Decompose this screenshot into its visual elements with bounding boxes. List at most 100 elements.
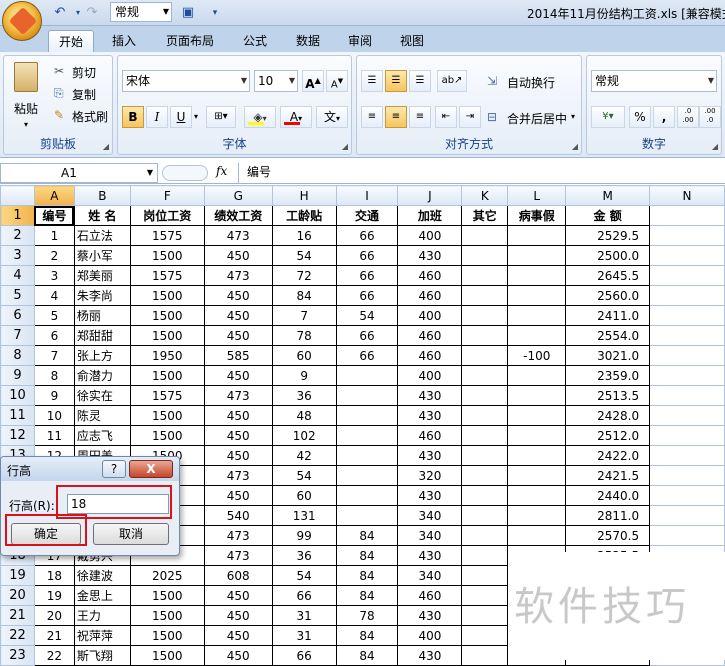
table-cell[interactable]: 66 — [271, 585, 337, 606]
table-cell[interactable]: 54 — [271, 465, 337, 486]
table-cell[interactable]: 66 — [335, 325, 399, 346]
table-cell[interactable]: 54 — [271, 565, 337, 586]
align-bottom-icon[interactable]: ☰ — [409, 70, 431, 92]
tab-insert[interactable]: 插入 — [102, 30, 146, 52]
row-header[interactable]: 12 — [0, 425, 35, 446]
redo-icon[interactable]: ↷ — [82, 4, 102, 22]
table-cell[interactable] — [649, 225, 725, 246]
table-cell[interactable]: 78 — [335, 605, 399, 626]
table-cell[interactable]: 1500 — [129, 645, 205, 666]
table-cell[interactable] — [507, 385, 567, 406]
table-cell[interactable]: 54 — [335, 305, 399, 326]
align-right-icon[interactable]: ≡ — [409, 106, 431, 128]
table-cell[interactable]: 朱李尚 — [73, 285, 131, 306]
header-cell[interactable]: 绩效工资 — [203, 205, 273, 226]
table-cell[interactable]: 祝萍萍 — [73, 625, 131, 646]
tab-review[interactable]: 审阅 — [338, 30, 382, 52]
shrink-font-icon[interactable]: A▼ — [326, 70, 348, 92]
align-center-icon[interactable]: ≡ — [385, 106, 407, 128]
table-cell[interactable] — [461, 405, 509, 426]
row-header[interactable]: 1 — [0, 205, 35, 226]
table-cell[interactable]: 1 — [33, 225, 75, 246]
phonetic-icon[interactable]: 文▾ — [316, 106, 348, 128]
table-cell[interactable]: 340 — [397, 525, 463, 546]
paste-dropdown-icon[interactable]: ▾ — [24, 120, 28, 129]
table-cell[interactable]: 蔡小军 — [73, 245, 131, 266]
table-cell[interactable]: 473 — [203, 545, 273, 566]
table-cell[interactable]: 2811.0 — [565, 505, 651, 526]
table-cell[interactable] — [461, 265, 509, 286]
table-cell[interactable] — [507, 505, 567, 526]
merge-dropdown-icon[interactable]: ▾ — [571, 112, 575, 121]
row-header[interactable]: 9 — [0, 365, 35, 386]
table-cell[interactable]: 473 — [203, 525, 273, 546]
table-cell[interactable] — [507, 365, 567, 386]
row-header[interactable]: 3 — [0, 245, 35, 266]
header-cell[interactable]: 其它 — [461, 205, 509, 226]
row-header[interactable]: 2 — [0, 225, 35, 246]
column-header[interactable]: B — [73, 185, 131, 206]
table-cell[interactable]: 430 — [397, 445, 463, 466]
table-cell[interactable]: 473 — [203, 385, 273, 406]
row-header[interactable]: 11 — [0, 405, 35, 426]
table-cell[interactable] — [507, 325, 567, 346]
header-cell[interactable]: 加班 — [397, 205, 463, 226]
table-cell[interactable]: 60 — [271, 345, 337, 366]
cancel-button[interactable]: 取消 — [93, 523, 169, 545]
header-cell[interactable]: 岗位工资 — [129, 205, 205, 226]
copy-button[interactable]: 复制 — [72, 86, 96, 103]
table-cell[interactable] — [335, 505, 399, 526]
table-cell[interactable]: 450 — [203, 305, 273, 326]
table-cell[interactable]: 16 — [271, 225, 337, 246]
table-cell[interactable] — [507, 285, 567, 306]
table-cell[interactable]: 1575 — [129, 265, 205, 286]
increase-decimal-button[interactable]: .0 .00 — [677, 106, 699, 128]
table-cell[interactable]: 430 — [397, 545, 463, 566]
insert-function-icon[interactable]: fx — [216, 164, 227, 178]
table-cell[interactable] — [649, 265, 725, 286]
table-cell[interactable] — [461, 305, 509, 326]
table-cell[interactable]: 48 — [271, 405, 337, 426]
table-cell[interactable]: 460 — [397, 425, 463, 446]
table-cell[interactable]: 473 — [203, 465, 273, 486]
table-cell[interactable]: 9 — [271, 365, 337, 386]
table-cell[interactable]: 石立法 — [73, 225, 131, 246]
column-header[interactable]: K — [461, 185, 509, 206]
column-header[interactable]: A — [33, 185, 75, 206]
table-cell[interactable]: 320 — [397, 465, 463, 486]
table-cell[interactable]: 2422.0 — [565, 445, 651, 466]
table-cell[interactable]: 131 — [271, 505, 337, 526]
align-top-icon[interactable]: ☰ — [361, 70, 383, 92]
table-cell[interactable]: 2440.0 — [565, 485, 651, 506]
table-cell[interactable]: 陈灵 — [73, 405, 131, 426]
table-cell[interactable]: 3 — [33, 265, 75, 286]
number-format-combo[interactable]: 常规 ▼ — [591, 70, 717, 92]
row-header[interactable]: 20 — [0, 585, 35, 606]
table-cell[interactable]: 585 — [203, 345, 273, 366]
table-cell[interactable]: 400 — [397, 225, 463, 246]
table-cell[interactable]: 450 — [203, 625, 273, 646]
header-cell[interactable]: 金 额 — [565, 205, 651, 226]
table-cell[interactable] — [649, 505, 725, 526]
table-cell[interactable]: 540 — [203, 505, 273, 526]
table-cell[interactable] — [461, 505, 509, 526]
table-cell[interactable]: 460 — [397, 265, 463, 286]
table-cell[interactable]: 7 — [271, 305, 337, 326]
table-cell[interactable] — [649, 425, 725, 446]
table-cell[interactable] — [649, 305, 725, 326]
underline-dropdown-icon[interactable]: ▾ — [194, 112, 198, 121]
table-cell[interactable]: 2570.5 — [565, 525, 651, 546]
align-left-icon[interactable]: ≡ — [361, 106, 383, 128]
table-cell[interactable] — [507, 225, 567, 246]
table-cell[interactable] — [461, 525, 509, 546]
column-header[interactable]: J — [397, 185, 463, 206]
table-cell[interactable]: 84 — [335, 525, 399, 546]
table-cell[interactable]: 1500 — [129, 305, 205, 326]
table-cell[interactable]: 78 — [271, 325, 337, 346]
table-cell[interactable]: 21 — [33, 625, 75, 646]
table-cell[interactable]: 42 — [271, 445, 337, 466]
table-cell[interactable]: 430 — [397, 385, 463, 406]
paste-button[interactable]: 粘贴 — [14, 100, 38, 117]
dialog-launcher-icon[interactable]: ◢ — [572, 142, 578, 151]
table-cell[interactable] — [649, 465, 725, 486]
